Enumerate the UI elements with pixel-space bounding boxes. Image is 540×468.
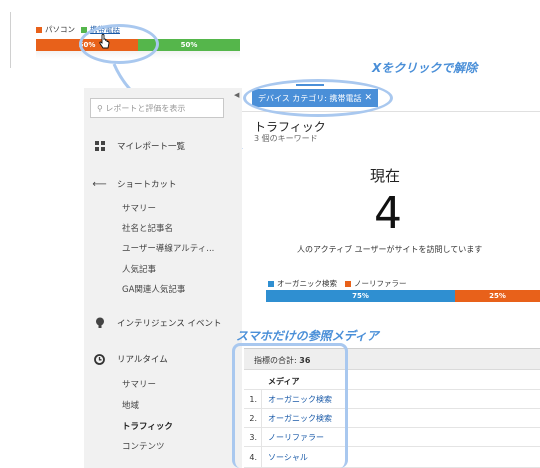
sidebar-item-ga-popular[interactable]: GA関連人気記事	[122, 283, 185, 295]
grid-icon	[94, 141, 105, 152]
swatch-orange	[36, 27, 42, 33]
active-users-count: 4	[374, 188, 402, 239]
sidebar-item-summary[interactable]: サマリー	[122, 202, 156, 214]
sidebar-item-intelligence[interactable]: インテリジェンス イベント	[94, 317, 222, 329]
search-icon: ⚲	[97, 104, 103, 113]
sidebar-item-shortcuts[interactable]: ⟵ ショートカット	[92, 178, 176, 191]
sidebar-item-company-article[interactable]: 社名と記事名	[122, 222, 173, 234]
swatch-orange	[345, 281, 351, 287]
share-segment-noreferrer[interactable]: 25%	[455, 290, 540, 302]
shortcut-arrow-icon: ⟵	[92, 178, 107, 190]
page-subtitle: 3 個のキーワード	[254, 134, 318, 143]
sidebar-item-popular[interactable]: 人気記事	[122, 263, 156, 275]
legend-item-organic[interactable]: オーガニック検索	[268, 278, 337, 289]
sidebar-item-my-reports[interactable]: マイレポート一覧	[94, 140, 185, 152]
share-segment-organic[interactable]: 75%	[266, 290, 456, 302]
active-users-description: 人のアクティブ ユーザーがサイトを訪問しています	[297, 245, 483, 254]
now-label: 現在	[370, 167, 401, 185]
medium-legend: オーガニック検索 ノーリファラー	[268, 278, 407, 289]
legend-item-pc[interactable]: パソコン	[36, 24, 75, 35]
annotation-ring-mobile	[79, 24, 159, 64]
sidebar-item-user-flow[interactable]: ユーザー導線アルティ...	[122, 242, 214, 254]
annotation-box-media	[232, 343, 348, 468]
sidebar-item-rt-location[interactable]: 地域	[122, 399, 139, 411]
swatch-blue	[268, 281, 274, 287]
sidebar-item-rt-summary[interactable]: サマリー	[122, 378, 156, 390]
collapse-arrow-icon[interactable]: ◀	[234, 91, 239, 99]
divider	[10, 12, 11, 68]
sidebar-item-realtime[interactable]: リアルタイム	[94, 353, 168, 365]
legend-item-noreferrer[interactable]: ノーリファラー	[345, 278, 407, 289]
lightbulb-icon	[94, 317, 105, 329]
sidebar-item-rt-traffic[interactable]: トラフィック	[122, 420, 173, 432]
report-search-input[interactable]: ⚲ レポートと評価を表示	[90, 98, 224, 118]
annotation-smartphone-only: スマホだけの参照メディア	[236, 329, 379, 343]
clock-icon	[94, 353, 105, 365]
annotation-click-to-clear: Xをクリックで解除	[372, 61, 478, 75]
annotation-ring-chip	[243, 79, 393, 117]
medium-share-bar: 75% 25%	[266, 290, 540, 302]
sidebar-item-rt-content[interactable]: コンテンツ	[122, 440, 165, 452]
